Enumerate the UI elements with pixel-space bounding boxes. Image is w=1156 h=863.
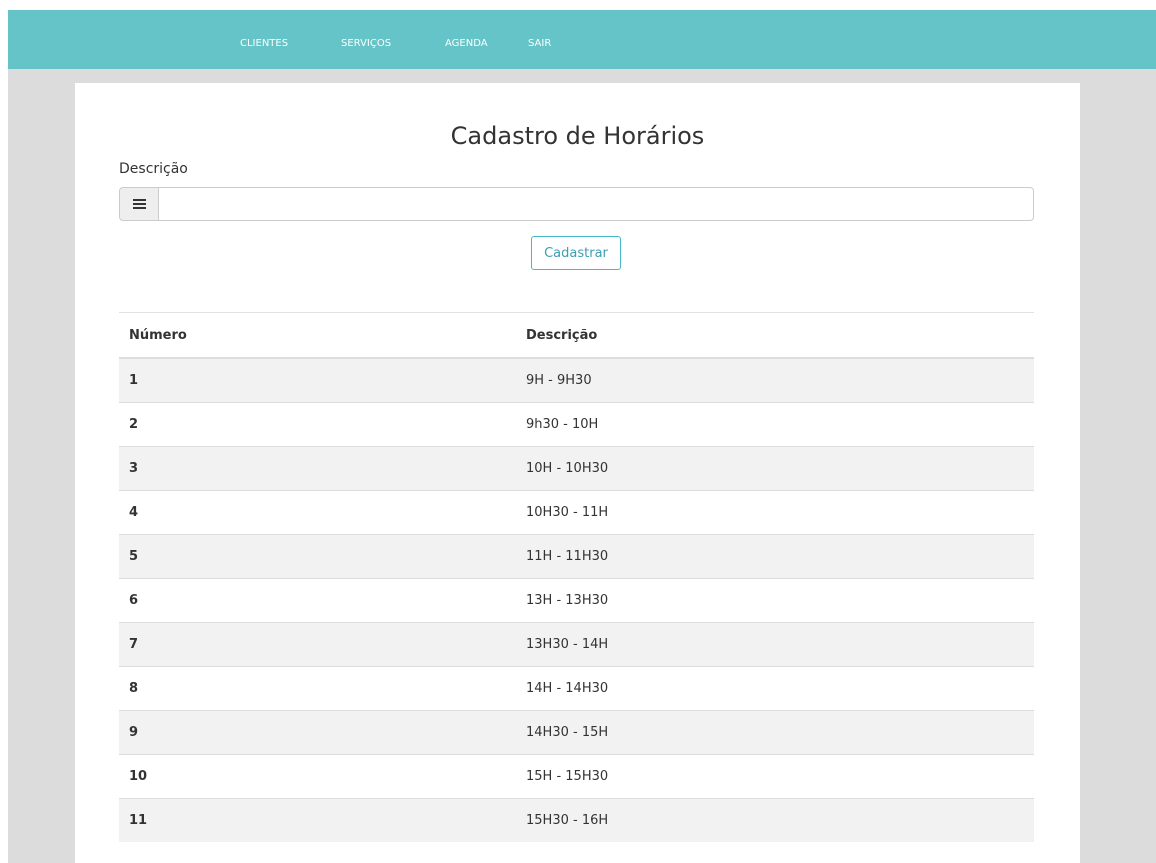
cell-number: 5 — [119, 534, 516, 579]
list-icon — [119, 187, 158, 221]
description-label: Descrição — [119, 161, 188, 177]
cell-description: 9H - 9H30 — [516, 357, 1034, 403]
nav-link-clientes[interactable]: CLIENTES — [240, 39, 288, 49]
table-row: 1 9H - 9H30 — [119, 357, 1034, 403]
cell-description: 11H - 11H30 — [516, 534, 1034, 579]
cell-description: 10H30 - 11H — [516, 490, 1034, 535]
cell-number: 6 — [119, 578, 516, 623]
table-row: 8 14H - 14H30 — [119, 666, 1034, 711]
cell-description: 14H - 14H30 — [516, 666, 1034, 711]
cell-description: 15H - 15H30 — [516, 754, 1034, 799]
cell-description: 13H30 - 14H — [516, 622, 1034, 667]
table-row: 10 15H - 15H30 — [119, 754, 1034, 799]
cell-number: 1 — [119, 357, 516, 403]
column-header-number: Número — [119, 312, 516, 359]
cell-number: 8 — [119, 666, 516, 711]
table-row: 9 14H30 - 15H — [119, 710, 1034, 755]
cell-number: 2 — [119, 402, 516, 447]
cell-description: 15H30 - 16H — [516, 798, 1034, 842]
table-row: 11 15H30 - 16H — [119, 798, 1034, 842]
page-title: Cadastro de Horários — [450, 122, 705, 150]
viewport: CLIENTES SERVIÇOS AGENDA SAIR Cadastro d… — [0, 0, 1156, 863]
nav-link-sair[interactable]: SAIR — [528, 39, 551, 49]
cell-description: 10H - 10H30 — [516, 446, 1034, 491]
cell-number: 10 — [119, 754, 516, 799]
nav-link-agenda[interactable]: AGENDA — [445, 39, 488, 49]
column-header-description: Descrição — [516, 312, 1034, 359]
top-navbar: CLIENTES SERVIÇOS AGENDA SAIR — [8, 10, 1156, 69]
cell-number: 11 — [119, 798, 516, 842]
table-row: 6 13H - 13H30 — [119, 578, 1034, 623]
table-row: 3 10H - 10H30 — [119, 446, 1034, 491]
cell-number: 7 — [119, 622, 516, 667]
schedule-table-wrapper: Número Descrição 1 9H - 9H30 2 9h30 - 10… — [119, 312, 1034, 842]
cell-description: 14H30 - 15H — [516, 710, 1034, 755]
cell-description: 9h30 - 10H — [516, 402, 1034, 447]
table-row: 4 10H30 - 11H — [119, 490, 1034, 535]
cell-number: 9 — [119, 710, 516, 755]
cell-number: 3 — [119, 446, 516, 491]
content-card: Cadastro de Horários Descrição Cadastrar… — [75, 83, 1080, 863]
description-input[interactable] — [158, 187, 1034, 221]
cell-number: 4 — [119, 490, 516, 535]
table-row: 5 11H - 11H30 — [119, 534, 1034, 579]
cadastrar-button[interactable]: Cadastrar — [531, 236, 621, 270]
description-input-group — [119, 187, 1034, 221]
table-row: 2 9h30 - 10H — [119, 402, 1034, 447]
nav-link-servicos[interactable]: SERVIÇOS — [341, 39, 391, 49]
table-header-row: Número Descrição — [119, 312, 1034, 359]
schedule-table: Número Descrição 1 9H - 9H30 2 9h30 - 10… — [119, 312, 1034, 842]
cell-description: 13H - 13H30 — [516, 578, 1034, 623]
table-row: 7 13H30 - 14H — [119, 622, 1034, 667]
